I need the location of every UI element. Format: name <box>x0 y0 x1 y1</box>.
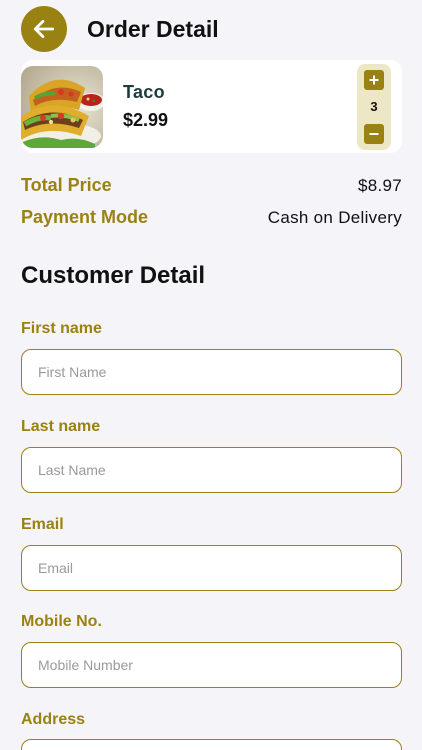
address-label: Address <box>21 711 86 728</box>
decrement-button[interactable] <box>364 123 384 144</box>
plus-icon <box>369 75 379 84</box>
total-price-row: Total Price $8.97 <box>21 175 402 196</box>
minus-icon <box>369 132 379 135</box>
product-price: $2.99 <box>123 110 169 130</box>
increment-button[interactable] <box>364 69 384 90</box>
page-title: Order Detail <box>87 15 219 42</box>
mobile-label: Mobile No. <box>21 613 102 630</box>
first-name-label: First name <box>21 320 102 337</box>
product-image <box>21 65 103 148</box>
quantity-stepper: 3 <box>357 63 391 150</box>
product-info: Taco $2.99 <box>123 82 357 131</box>
payment-mode-value: Cash on Delivery <box>267 207 402 227</box>
email-input[interactable] <box>21 545 402 591</box>
product-card: Taco $2.99 3 <box>21 60 402 153</box>
total-price-label: Total Price <box>21 175 112 195</box>
first-name-input[interactable] <box>21 349 402 395</box>
payment-mode-row: Payment Mode Cash on Delivery <box>21 207 402 228</box>
last-name-input[interactable] <box>21 447 402 493</box>
quantity-value: 3 <box>370 99 378 114</box>
order-detail-screen: Order Detail Taco $2.99 3 Total Price $8… <box>0 0 422 750</box>
total-price-value: $8.97 <box>357 175 402 195</box>
back-button[interactable] <box>21 6 67 52</box>
product-name: Taco <box>123 82 165 102</box>
last-name-label: Last name <box>21 418 101 435</box>
mobile-input[interactable] <box>21 642 402 688</box>
header: Order Detail <box>21 6 219 52</box>
address-input[interactable] <box>21 739 402 750</box>
email-label: Email <box>21 516 64 533</box>
payment-mode-label: Payment Mode <box>21 207 149 227</box>
customer-detail-title: Customer Detail <box>21 262 206 289</box>
arrow-left-icon <box>33 20 55 38</box>
